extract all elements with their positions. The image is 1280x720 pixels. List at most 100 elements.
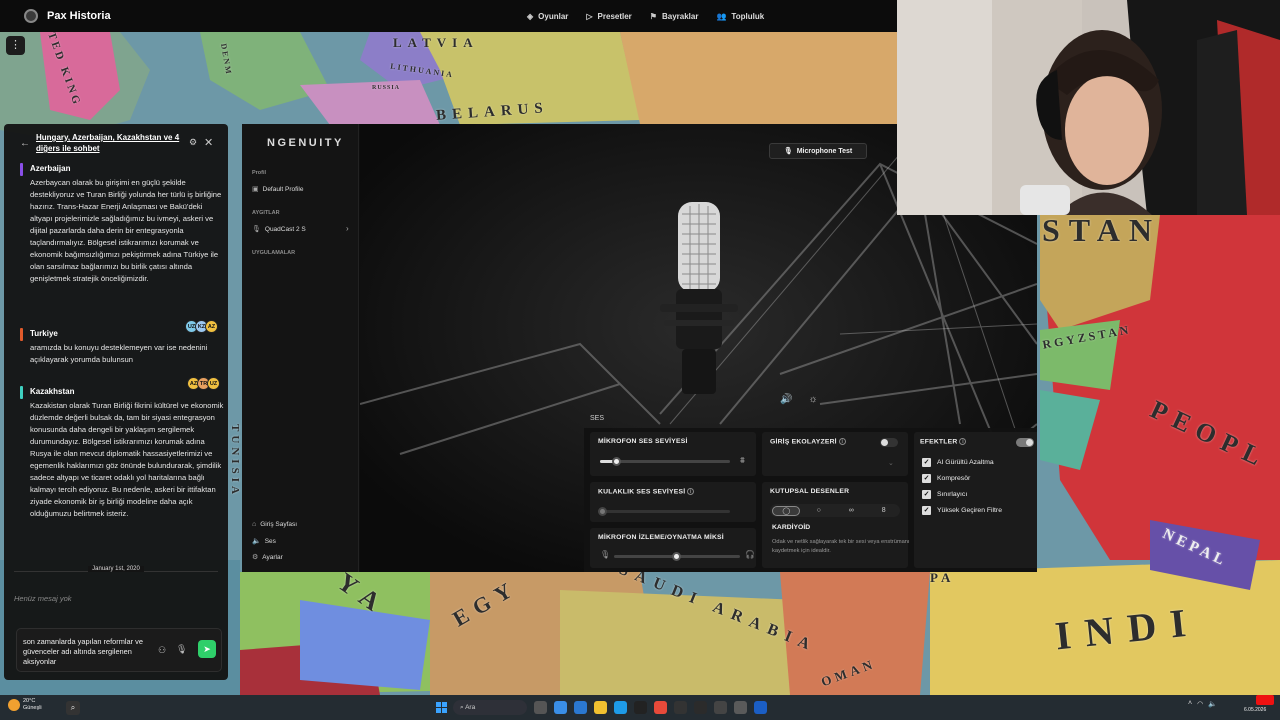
checkbox-checked-icon[interactable]: ✓ bbox=[922, 474, 931, 483]
checkbox-checked-icon[interactable]: ✓ bbox=[922, 458, 931, 467]
message-reactions[interactable]: AZ TR UZ bbox=[187, 377, 220, 390]
chevron-up-icon[interactable]: ˄ bbox=[1188, 700, 1192, 708]
nav-item-label: Bayraklar bbox=[661, 11, 699, 21]
effects-label: EFEKTLER bbox=[920, 438, 958, 446]
chat-header: ← Hungary, Azerbaijan, Kazakhstan ve 4 d… bbox=[4, 124, 228, 162]
chat-input[interactable]: son zamanlarda yapılan reformlar ve güve… bbox=[16, 628, 222, 672]
message-text: aramızda bu konuyu desteklemeyen var ise… bbox=[30, 343, 208, 364]
input-eq-toggle[interactable] bbox=[880, 438, 898, 447]
sidebar-item-sound[interactable]: 🔈 Ses bbox=[252, 537, 276, 546]
send-button[interactable]: ➤ bbox=[198, 640, 216, 658]
edge-icon[interactable] bbox=[614, 701, 627, 714]
sidebar-item-default-profile[interactable]: ▣ Default Profile bbox=[252, 185, 303, 194]
taskbar-date: 6.05.2026 bbox=[1244, 707, 1267, 713]
omni-pattern-icon[interactable]: ○ bbox=[805, 507, 833, 514]
brightness-icon[interactable]: ☼ bbox=[808, 394, 817, 405]
chrome-icon[interactable] bbox=[714, 701, 727, 714]
sidebar-item-label: Ayarlar bbox=[262, 553, 283, 561]
chevron-down-icon[interactable]: ⌄ bbox=[888, 459, 894, 467]
top-nav: Pax Historia ◈ Oyunlar ▷ Presetler ⚑ Bayrak… bbox=[0, 0, 897, 32]
store-icon[interactable] bbox=[554, 701, 567, 714]
nav-item-label: Presetler bbox=[597, 11, 632, 21]
nav-item-topluluk[interactable]: 👥 Topluluk bbox=[716, 12, 764, 21]
headphone-volume-label: KULAKLIK SES SEVİYESİ bbox=[598, 488, 686, 496]
gear-icon: ⚙ bbox=[252, 554, 259, 561]
chevron-right-icon[interactable]: › bbox=[346, 224, 349, 233]
mic-volume-slider[interactable] bbox=[600, 457, 730, 466]
headphones-icon: 🎧 bbox=[745, 550, 755, 559]
microphone-test-button[interactable]: 🎙 Microphone Test bbox=[769, 143, 867, 159]
message-reactions[interactable]: UZ KZ AZ bbox=[185, 320, 218, 333]
reaction-badge[interactable]: AZ bbox=[205, 320, 218, 333]
effect-checkbox-row[interactable]: ✓ Sınırlayıcı bbox=[922, 490, 967, 499]
microphone-icon[interactable]: 🎙 bbox=[176, 644, 187, 655]
message-author: Azerbaijan bbox=[30, 164, 71, 173]
start-button[interactable] bbox=[436, 702, 447, 713]
sidebar-item-settings[interactable]: ⚙ Ayarlar bbox=[252, 553, 283, 562]
nav-item-bayraklar[interactable]: ⚑ Bayraklar bbox=[650, 12, 699, 21]
opera-icon[interactable] bbox=[654, 701, 667, 714]
sidebar-section-devices: AYGITLAR bbox=[252, 210, 280, 216]
headphone-volume-slider[interactable] bbox=[598, 507, 730, 516]
back-arrow-icon[interactable]: ← bbox=[20, 138, 30, 149]
effects-toggle[interactable] bbox=[1016, 438, 1034, 447]
effect-checkbox-row[interactable]: ✓ Yüksek Geçiren Filtre bbox=[922, 506, 1002, 515]
toggle-dot bbox=[881, 439, 888, 446]
taskbar: 20°C Güneşli ⌕ ⌕ Ara ˄ ◠ 🔈 6.05.2026 bbox=[0, 695, 1280, 720]
nav-item-presetler[interactable]: ▷ Presetler bbox=[586, 12, 631, 21]
cardioid-pattern-icon[interactable]: ◯ bbox=[772, 505, 801, 516]
gear-icon[interactable]: ⚙ bbox=[189, 137, 197, 148]
effect-checkbox-row[interactable]: ✓ AI Gürültü Azaltma bbox=[922, 458, 994, 467]
folder-icon[interactable] bbox=[594, 701, 607, 714]
weather-widget[interactable]: 20°C Güneşli bbox=[8, 698, 42, 712]
sidebar-item-quadcast[interactable]: 🎙 QuadCast 2 S bbox=[252, 225, 306, 234]
slider-knob[interactable] bbox=[598, 507, 607, 516]
mic-volume-card: MİKROFON SES SEVİYESİ ⩩ bbox=[590, 432, 756, 476]
obs-icon[interactable] bbox=[694, 701, 707, 714]
message-author: Turkiye bbox=[30, 329, 58, 338]
mic-gain-icon[interactable]: ⩩ bbox=[740, 455, 745, 466]
app-icon[interactable] bbox=[674, 701, 687, 714]
taskbar-search[interactable]: ⌕ Ara bbox=[453, 700, 527, 715]
input-eq-label: GİRİŞ EKOLAYZERİ bbox=[770, 438, 837, 446]
stereo-pattern-icon[interactable]: ∞ bbox=[837, 507, 865, 514]
date-divider: January 1st, 2020 bbox=[14, 566, 218, 583]
home-icon: ⌂ bbox=[252, 521, 257, 528]
task-view-icon[interactable] bbox=[534, 701, 547, 714]
more-menu-button[interactable]: ⋮ bbox=[6, 36, 25, 55]
search-icon[interactable]: ⌕ bbox=[66, 701, 80, 715]
volume-icon[interactable]: 🔊 bbox=[780, 394, 792, 405]
slider-knob[interactable] bbox=[672, 552, 681, 561]
speaker-icon[interactable]: 🔈 bbox=[1208, 700, 1217, 708]
steam-icon[interactable] bbox=[634, 701, 647, 714]
monitor-mix-slider[interactable] bbox=[614, 552, 740, 561]
taskbar-clock[interactable]: 6.05.2026 bbox=[1244, 700, 1266, 714]
reaction-badge[interactable]: UZ bbox=[207, 377, 220, 390]
app-logo[interactable]: Pax Historia bbox=[24, 9, 111, 23]
polar-patterns-title: KUTUPSAL DESENLER bbox=[770, 488, 850, 495]
mail-icon[interactable] bbox=[574, 701, 587, 714]
stage-controls: 🔊 ☼ bbox=[780, 394, 818, 405]
wifi-icon[interactable]: ◠ bbox=[1197, 700, 1203, 708]
info-icon[interactable]: i bbox=[838, 438, 846, 445]
checkbox-checked-icon[interactable]: ✓ bbox=[922, 490, 931, 499]
close-icon[interactable]: ✕ bbox=[204, 136, 213, 149]
info-icon[interactable]: i bbox=[959, 438, 967, 445]
bidirectional-pattern-icon[interactable]: 8 bbox=[870, 507, 898, 514]
effect-checkbox-row[interactable]: ✓ Kompresör bbox=[922, 474, 970, 483]
polar-patterns-card: KUTUPSAL DESENLER ◯ ○ ∞ 8 KARDİYOİD Odak… bbox=[762, 482, 910, 568]
nav-item-oyunlar[interactable]: ◈ Oyunlar bbox=[527, 12, 568, 21]
app-name: Pax Historia bbox=[47, 10, 111, 22]
slider-knob[interactable] bbox=[612, 457, 621, 466]
taskbar-apps bbox=[534, 701, 767, 714]
effect-label: Kompresör bbox=[937, 475, 971, 482]
nav-item-label: Topluluk bbox=[731, 11, 765, 21]
chat-input-value[interactable]: son zamanlarda yapılan reformlar ve güve… bbox=[23, 637, 163, 667]
app-icon[interactable] bbox=[754, 701, 767, 714]
settings-icon[interactable] bbox=[734, 701, 747, 714]
people-icon[interactable]: ⚇ bbox=[158, 645, 166, 656]
sidebar-item-home[interactable]: ⌂ Giriş Sayfası bbox=[252, 521, 297, 528]
polar-pattern-selector: ◯ ○ ∞ 8 bbox=[770, 504, 900, 517]
info-icon[interactable]: i bbox=[687, 488, 695, 495]
checkbox-checked-icon[interactable]: ✓ bbox=[922, 506, 931, 515]
